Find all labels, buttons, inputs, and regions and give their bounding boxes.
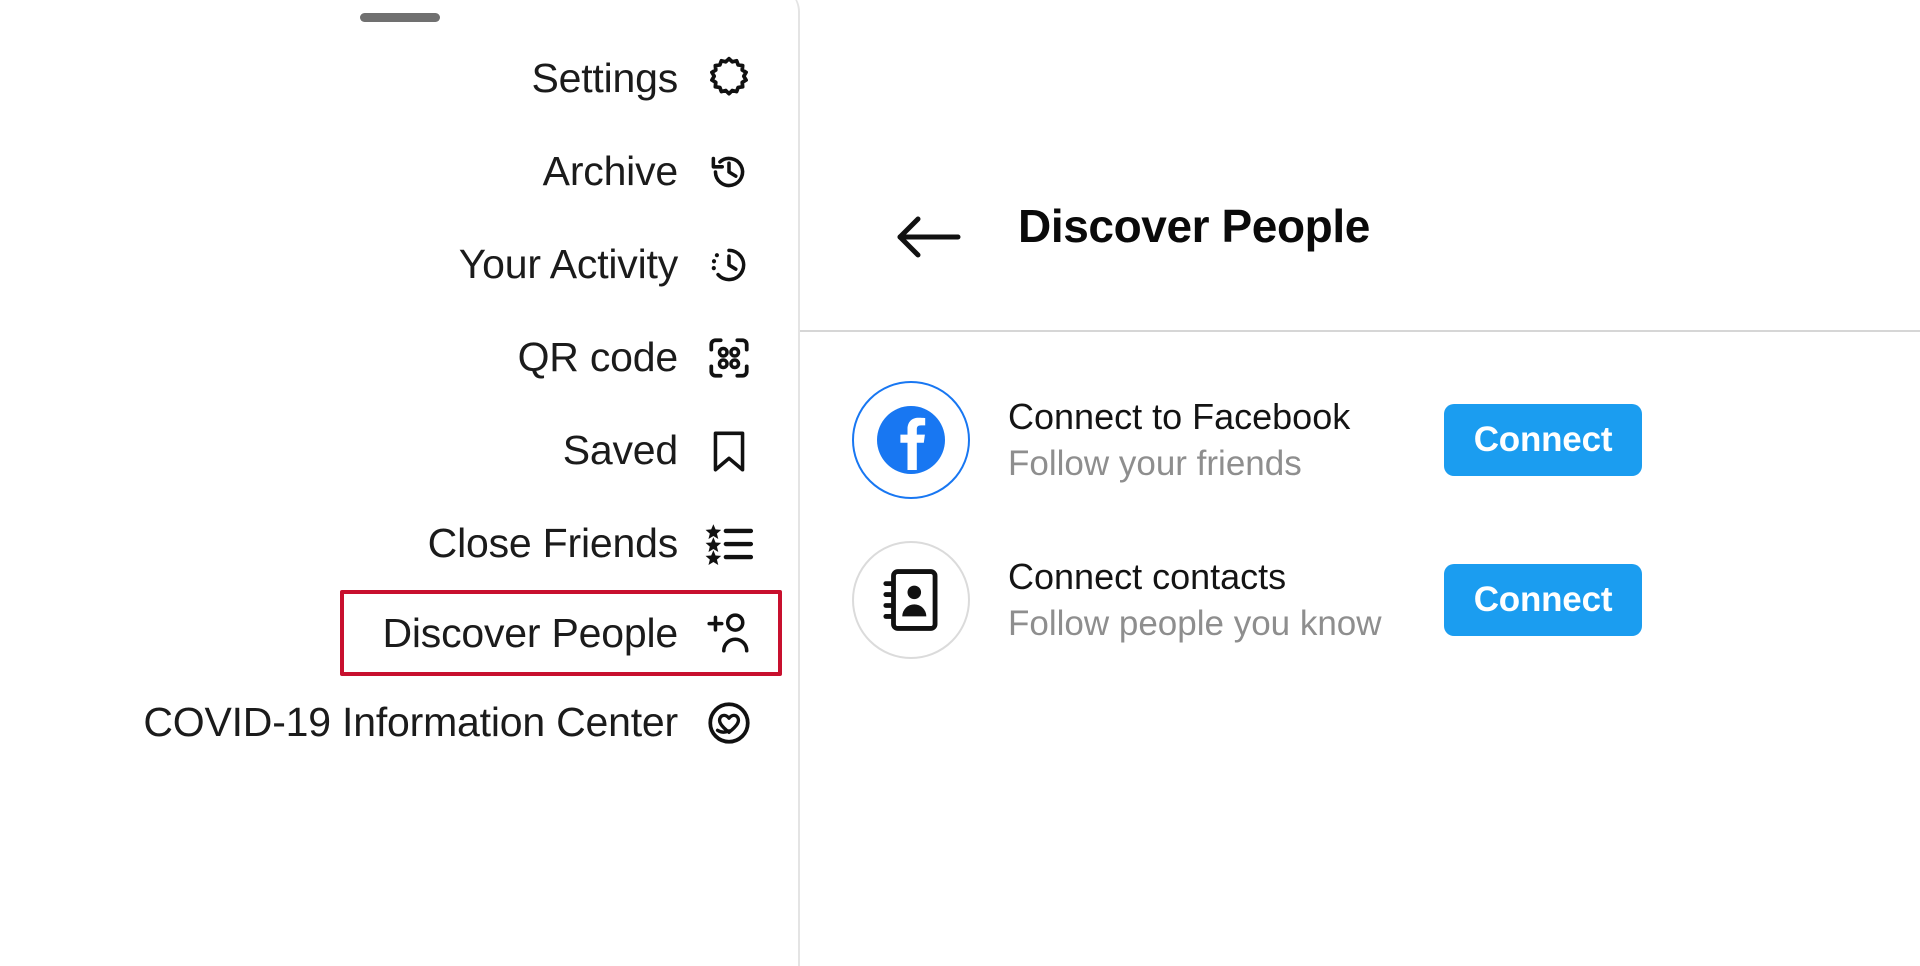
menu-item-label: Saved xyxy=(562,427,678,473)
menu-item-label: Settings xyxy=(531,55,678,101)
connect-row-title: Connect contacts xyxy=(1008,555,1287,597)
app-screen: Settings Archive Your Activity QR code S… xyxy=(0,0,1920,966)
drag-handle[interactable] xyxy=(360,13,440,22)
connect-contacts-text: Connect contacts Follow people you know xyxy=(1008,555,1382,643)
menu-item-label: Close Friends xyxy=(427,520,679,566)
connect-row-subtitle: Follow people you know xyxy=(1008,603,1382,643)
menu-item-label: Your Activity xyxy=(458,241,678,287)
detail-header: Discover People xyxy=(800,200,1920,305)
menu-item-label: COVID-19 Information Center xyxy=(143,699,678,745)
qr-code-icon xyxy=(704,333,754,383)
menu-item-label: Archive xyxy=(542,148,679,194)
page-title: Discover People xyxy=(1018,200,1370,252)
activity-clock-icon xyxy=(704,240,754,290)
contacts-book-icon xyxy=(852,541,970,659)
back-arrow-icon[interactable] xyxy=(890,205,970,269)
connect-contacts-button[interactable]: Connect xyxy=(1444,564,1642,636)
covid-heart-icon xyxy=(704,698,754,748)
connect-contacts-row[interactable]: Connect contacts Follow people you know … xyxy=(800,520,1920,680)
connect-facebook-text: Connect to Facebook Follow your friends xyxy=(1008,395,1351,483)
menu-item-archive[interactable]: Archive xyxy=(0,125,782,218)
discover-people-pane: Discover People Connect to Facebook Foll… xyxy=(800,0,1920,952)
star-list-icon xyxy=(704,519,754,569)
menu-item-label: QR code xyxy=(517,334,679,380)
menu-item-settings[interactable]: Settings xyxy=(0,32,782,125)
menu-bottom-sheet: Settings Archive Your Activity QR code S… xyxy=(0,0,800,966)
connect-facebook-button[interactable]: Connect xyxy=(1444,404,1642,476)
menu-item-qr-code[interactable]: QR code xyxy=(0,311,782,404)
connect-row-subtitle: Follow your friends xyxy=(1008,443,1302,483)
add-person-icon xyxy=(704,608,754,658)
menu-item-close-friends[interactable]: Close Friends xyxy=(0,497,782,590)
menu-item-discover-people[interactable]: Discover People xyxy=(340,590,782,676)
header-divider xyxy=(800,330,1920,332)
menu-item-covid-information-center[interactable]: COVID-19 Information Center xyxy=(0,676,782,769)
bookmark-icon xyxy=(704,426,754,476)
gear-icon xyxy=(704,54,754,104)
menu-item-saved[interactable]: Saved xyxy=(0,404,782,497)
menu-item-label: Discover People xyxy=(382,609,678,656)
archive-clock-icon xyxy=(704,147,754,197)
connect-row-title: Connect to Facebook xyxy=(1008,395,1351,437)
facebook-icon xyxy=(852,381,970,499)
sheet-card: Settings Archive Your Activity QR code S… xyxy=(0,0,800,966)
connect-options-list: Connect to Facebook Follow your friends … xyxy=(800,360,1920,680)
menu-item-your-activity[interactable]: Your Activity xyxy=(0,218,782,311)
connect-facebook-row[interactable]: Connect to Facebook Follow your friends … xyxy=(800,360,1920,520)
menu-list: Settings Archive Your Activity QR code S… xyxy=(0,32,782,769)
